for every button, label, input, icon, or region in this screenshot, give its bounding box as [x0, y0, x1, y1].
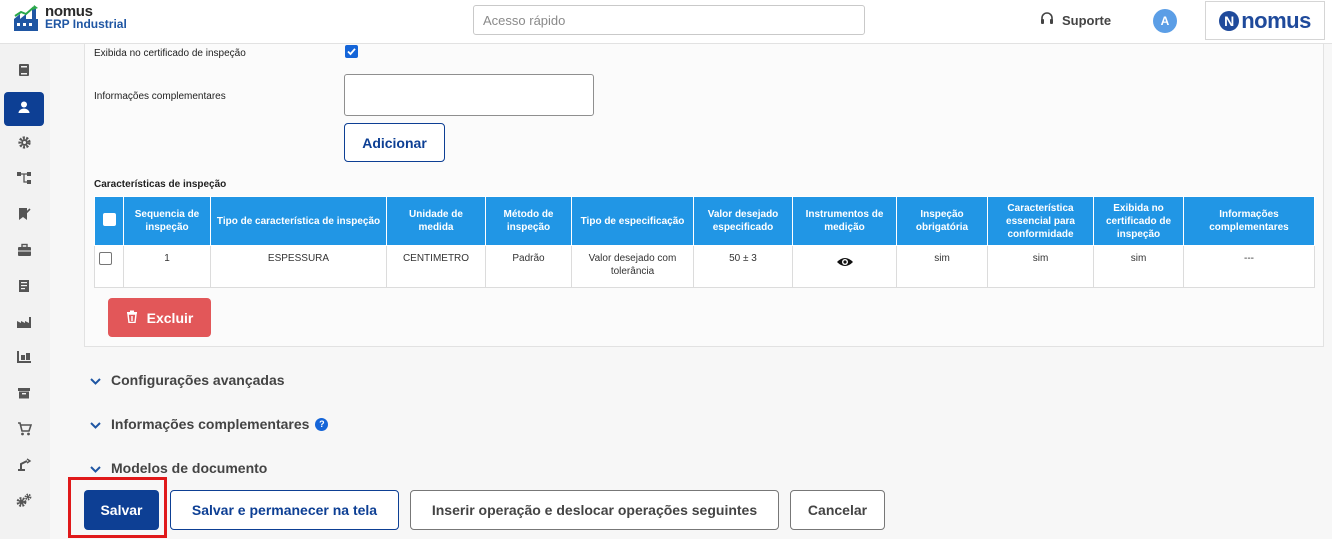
user-avatar[interactable]: A [1153, 9, 1177, 33]
factory-icon [16, 315, 32, 334]
header-especificacao[interactable]: Tipo de especificação [571, 196, 694, 246]
cell-unidade: CENTIMETRO [386, 245, 486, 288]
chevron-down-icon [90, 416, 101, 432]
quick-access-input[interactable] [473, 5, 865, 35]
info-label: Informações complementares [94, 91, 226, 102]
gear-icon [17, 135, 32, 155]
header-metodo[interactable]: Método de inspeção [485, 196, 572, 246]
main-content: Exibida no certificado de inspeção Infor… [50, 44, 1332, 539]
factory-logo-icon [12, 5, 42, 33]
accordion-advanced-label: Configurações avançadas [111, 372, 285, 388]
sidebar [0, 44, 50, 539]
logo-letter: N [1219, 10, 1240, 31]
briefcase-icon [17, 243, 32, 262]
sidebar-item-warehouse[interactable] [4, 342, 44, 376]
inspection-table: Sequencia de inspeção Tipo de caracterís… [94, 196, 1315, 288]
receipt-icon [17, 279, 31, 298]
row-checkbox[interactable] [99, 252, 112, 265]
sidebar-item-book[interactable] [4, 55, 44, 89]
header-exibida[interactable]: Exibida no certificado de inspeção [1093, 196, 1184, 246]
brand-subtitle: ERP Industrial [45, 17, 127, 31]
header-instrumentos[interactable]: Instrumentos de medição [792, 196, 897, 246]
headset-icon [1040, 12, 1062, 29]
accordion-advanced[interactable]: Configurações avançadas [90, 372, 285, 388]
insert-operation-button[interactable]: Inserir operação e deslocar operações se… [410, 490, 779, 530]
header-obrigatoria[interactable]: Inspeção obrigatória [896, 196, 988, 246]
header-unidade[interactable]: Unidade de medida [386, 196, 486, 246]
save-and-stay-button[interactable]: Salvar e permanecer na tela [170, 490, 399, 530]
header-essencial[interactable]: Característica essencial para conformida… [987, 196, 1094, 246]
accordion-complementary-label: Informações complementares [111, 416, 310, 432]
select-all-header[interactable] [94, 196, 124, 246]
sidebar-item-marker[interactable] [4, 199, 44, 233]
support-label: Suporte [1062, 13, 1112, 28]
save-highlight-frame [68, 477, 167, 538]
checkmark-icon [347, 48, 356, 56]
nomus-logo: N nomus [1205, 1, 1325, 40]
cell-metodo: Padrão [485, 245, 572, 288]
cell-instrumentos[interactable] [792, 245, 897, 288]
accordion-complementary[interactable]: Informações complementares ? [90, 416, 329, 432]
bookmark-icon [17, 207, 31, 226]
book-icon [17, 63, 31, 82]
warehouse-icon [16, 350, 32, 369]
delete-button[interactable]: Excluir [108, 298, 211, 337]
logo-word: nomus [1241, 7, 1311, 33]
info-textarea[interactable] [344, 74, 594, 116]
sidebar-item-structure[interactable] [4, 163, 44, 197]
gears-icon [16, 493, 32, 513]
chevron-down-icon [90, 372, 101, 388]
cart-icon [17, 421, 32, 441]
user-icon [17, 100, 31, 119]
add-button[interactable]: Adicionar [344, 123, 445, 162]
support-link[interactable]: Suporte [1040, 12, 1111, 29]
eye-icon[interactable] [836, 256, 854, 272]
cell-valor: 50 ± 3 [693, 245, 793, 288]
cell-tipo: ESPESSURA [210, 245, 387, 288]
top-bar: nomus ERP Industrial Suporte A N nomus [0, 0, 1332, 44]
hierarchy-icon [16, 171, 32, 190]
header-informacoes[interactable]: Informações complementares [1183, 196, 1315, 246]
help-icon[interactable]: ? [315, 417, 329, 431]
trash-icon [126, 310, 147, 326]
select-all-checkbox[interactable] [102, 212, 116, 226]
cancel-button[interactable]: Cancelar [790, 490, 885, 530]
sidebar-item-settings[interactable] [4, 128, 44, 162]
sidebar-item-robot[interactable] [4, 450, 44, 484]
cell-obrigatoria: sim [896, 245, 988, 288]
row-select-cell[interactable] [94, 245, 124, 288]
section-title: Características de inspeção [94, 179, 227, 190]
accordion-documents[interactable]: Modelos de documento [90, 460, 267, 476]
exibida-label: Exibida no certificado de inspeção [94, 48, 246, 59]
robot-arm-icon [17, 457, 32, 477]
sidebar-item-gears[interactable] [4, 486, 44, 520]
header-valor[interactable]: Valor desejado especificado [693, 196, 793, 246]
archive-icon [17, 386, 31, 405]
delete-label: Excluir [146, 309, 194, 326]
cell-exibida: sim [1093, 245, 1184, 288]
sidebar-item-cart[interactable] [4, 414, 44, 448]
exibida-checkbox[interactable] [345, 45, 358, 58]
sidebar-item-briefcase[interactable] [4, 235, 44, 269]
sidebar-item-receipt[interactable] [4, 271, 44, 305]
chevron-down-icon [90, 460, 101, 476]
sidebar-item-user[interactable] [4, 92, 44, 126]
header-sequencia[interactable]: Sequencia de inspeção [123, 196, 211, 246]
brand-logo[interactable]: nomus ERP Industrial [12, 4, 127, 37]
table-header-row: Sequencia de inspeção Tipo de caracterís… [94, 196, 1315, 246]
accordion-documents-label: Modelos de documento [111, 460, 268, 476]
cell-especificacao: Valor desejado com tolerância [571, 245, 694, 288]
header-tipo[interactable]: Tipo de característica de inspeção [210, 196, 387, 246]
cell-sequencia: 1 [123, 245, 211, 288]
inspection-panel: Exibida no certificado de inspeção Infor… [84, 44, 1324, 347]
cell-essencial: sim [987, 245, 1094, 288]
table-row[interactable]: 1 ESPESSURA CENTIMETRO Padrão Valor dese… [94, 245, 1315, 288]
cell-informacoes: --- [1183, 245, 1315, 288]
sidebar-item-factory[interactable] [4, 307, 44, 341]
sidebar-item-archive[interactable] [4, 378, 44, 412]
